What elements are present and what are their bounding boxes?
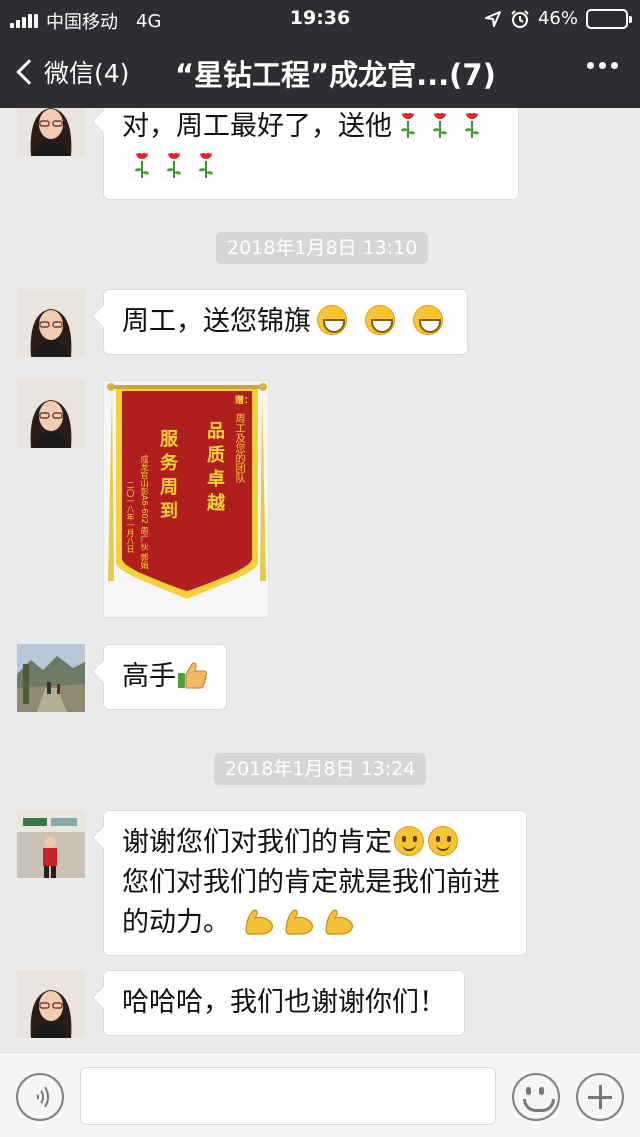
location-arrow-icon [484, 10, 501, 27]
message-text: 周工，送您锦旗 [122, 306, 311, 337]
grin-squint-icon [365, 305, 395, 335]
avatar-woman-glasses[interactable] [17, 289, 85, 357]
flexed-biceps-icon [324, 909, 353, 935]
message-bubble[interactable]: 周工，送您锦旗 [103, 289, 468, 355]
avatar-woman-glasses[interactable] [17, 970, 85, 1038]
message-input[interactable] [80, 1067, 496, 1125]
battery-percent: 46% [537, 8, 578, 29]
more-attachments-button[interactable] [576, 1073, 624, 1121]
message-bubble[interactable]: 对，周工最好了，送他 [103, 108, 519, 200]
flexed-biceps-icon [284, 909, 313, 935]
more-options-button[interactable] [587, 62, 618, 69]
back-label: 微信(4) [44, 59, 130, 88]
rose-icon [167, 152, 181, 178]
back-button[interactable]: 微信(4) [14, 54, 129, 90]
message-text: 哈哈哈，我们也谢谢你们！ [122, 987, 446, 1018]
rose-icon [433, 112, 447, 138]
avatar-woman-glasses[interactable] [17, 380, 85, 448]
avatar-landscape-photo[interactable] [17, 644, 85, 712]
message-bubble[interactable]: 高手 [103, 644, 227, 710]
navigation-bar: 微信(4) “星钻工程”成龙官...(7) [0, 36, 640, 108]
grin-squint-icon [317, 305, 347, 335]
top-bar: 中国移动 4G 19:36 46% 微信(4) “星钻工程”成龙官...(7) [0, 0, 640, 108]
smile-icon [428, 826, 458, 856]
rose-icon [465, 112, 479, 138]
chat-input-bar [0, 1052, 640, 1137]
rose-icon [401, 112, 415, 138]
thumbs-up-icon [178, 662, 207, 689]
avatar-man-photo[interactable] [17, 810, 85, 878]
rose-icon [135, 152, 149, 178]
timestamp: 2018年1月8日 13:24 [214, 753, 427, 785]
chat-title: “星钻工程”成龙官...(7) [175, 58, 496, 92]
banner-dedication: 赠： [235, 396, 254, 406]
battery-icon [586, 8, 632, 29]
more-dot-icon [599, 62, 606, 69]
message-bubble[interactable]: 谢谢您们对我们的肯定 您们对我们的肯定就是我们前进 的动力。 [103, 810, 527, 956]
alarm-clock-icon [511, 9, 529, 28]
emoji-button[interactable] [512, 1073, 560, 1121]
message-text: 高手 [122, 661, 176, 692]
avatar-woman-glasses[interactable] [17, 108, 85, 156]
status-bar: 中国移动 4G 19:36 46% [0, 0, 640, 36]
more-dot-icon [587, 62, 594, 69]
flexed-biceps-icon [244, 909, 273, 935]
more-dot-icon [611, 62, 618, 69]
rose-icon [199, 152, 213, 178]
chevron-left-icon [16, 59, 42, 85]
banner-date: 二〇一八年一月八日 [126, 481, 135, 553]
message-text: 的动力。 [122, 907, 230, 938]
message-text: 谢谢您们对我们的肯定 [122, 827, 392, 858]
message-bubble[interactable]: 哈哈哈，我们也谢谢你们！ [103, 970, 465, 1036]
pennant-image-message[interactable]: 赠： 周工及您的团队 品质卓越 服务周到 成龙官山彭A6-602 周广伙 郭娟 … [103, 380, 269, 618]
message-text: 您们对我们的肯定就是我们前进 [122, 867, 500, 898]
timestamp: 2018年1月8日 13:10 [216, 232, 429, 264]
smile-icon [394, 826, 424, 856]
banner-motto-1: 品质卓越 [204, 421, 225, 517]
voice-input-button[interactable] [16, 1073, 64, 1121]
banner-sender: 成龙官山彭A6-602 周广伙 郭娟 [140, 455, 149, 569]
chat-message-list[interactable]: 对，周工最好了，送他 2018年1月8日 13:10 周工，送您锦旗 赠： 周工… [0, 108, 640, 1052]
banner-recipient: 周工及您的团队 [233, 413, 244, 483]
message-text: 对，周工最好了，送他 [122, 111, 392, 142]
banner-motto-2: 服务周到 [157, 429, 178, 525]
grin-squint-icon [413, 305, 443, 335]
